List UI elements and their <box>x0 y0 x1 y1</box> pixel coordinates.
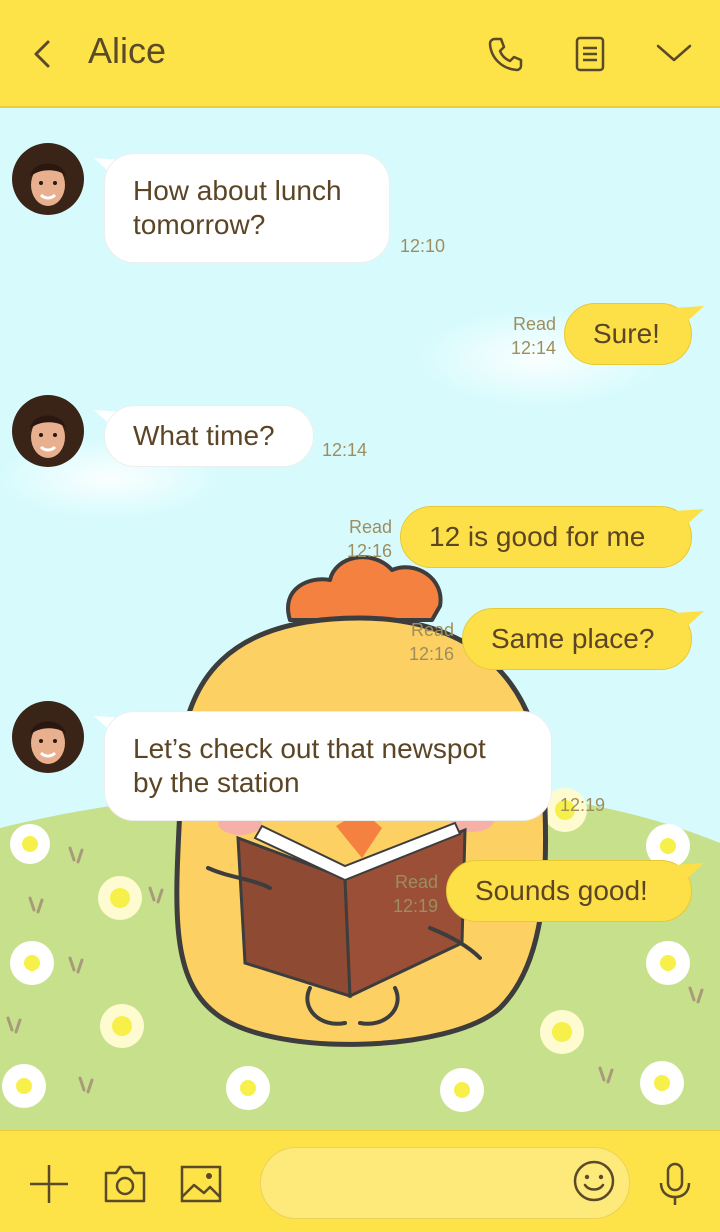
message-text: 12 is good for me <box>429 521 646 552</box>
message-time: 12:19 <box>392 896 438 916</box>
bubble-tail <box>674 611 704 633</box>
contact-avatar[interactable] <box>12 143 84 215</box>
message-bubble-outgoing[interactable]: Sounds good! <box>446 860 692 922</box>
message-text: Sure! <box>593 318 660 349</box>
contact-name: Alice <box>88 30 167 71</box>
read-receipt: Read 12:14 <box>496 312 556 360</box>
read-status: Read <box>348 517 392 537</box>
message-bubble-incoming[interactable]: How about lunch tomorrow? <box>104 153 390 263</box>
read-receipt: Read 12:16 <box>394 618 454 666</box>
message-time: 12:10 <box>400 236 446 256</box>
notes-icon[interactable] <box>570 34 610 74</box>
message-text: Same place? <box>491 623 655 654</box>
emoji-icon[interactable] <box>572 1159 616 1203</box>
message-bubble-incoming[interactable]: What time? <box>104 405 314 467</box>
camera-icon[interactable] <box>102 1161 148 1207</box>
message-text: Let’s check out that newspot by the stat… <box>133 733 486 798</box>
message-time: 12:14 <box>510 338 556 358</box>
message-bubble-outgoing[interactable]: Same place? <box>462 608 692 670</box>
plus-icon[interactable] <box>26 1161 72 1207</box>
message-text: Sounds good! <box>475 875 648 906</box>
chat-background: How about lunch tomorrow? 12:10 Read 12:… <box>0 108 720 1130</box>
message-bubble-outgoing[interactable]: Sure! <box>564 303 692 365</box>
read-receipt: Read 12:16 <box>332 515 392 563</box>
read-receipt: Read 12:19 <box>378 870 438 918</box>
message-text: What time? <box>133 420 275 451</box>
read-status: Read <box>394 872 438 892</box>
message-bubble-incoming[interactable]: Let’s check out that newspot by the stat… <box>104 711 552 821</box>
back-icon[interactable] <box>26 34 60 74</box>
chat-header: Alice <box>0 0 720 108</box>
microphone-icon[interactable] <box>652 1161 698 1207</box>
read-status: Read <box>512 314 556 334</box>
message-time: 12:16 <box>346 541 392 561</box>
bubble-tail <box>674 863 704 885</box>
message-text: How about lunch tomorrow? <box>133 175 342 240</box>
message-time: 12:14 <box>322 440 368 460</box>
bubble-tail <box>674 306 704 328</box>
read-status: Read <box>410 620 454 640</box>
message-time: 12:16 <box>408 644 454 664</box>
image-icon[interactable] <box>178 1161 224 1207</box>
phone-icon[interactable] <box>486 34 526 74</box>
message-bubble-outgoing[interactable]: 12 is good for me <box>400 506 692 568</box>
chat-input-bar <box>0 1130 720 1232</box>
chevron-down-icon[interactable] <box>654 34 694 74</box>
bubble-tail <box>674 509 704 531</box>
message-time: 12:19 <box>560 795 606 815</box>
contact-avatar[interactable] <box>12 701 84 773</box>
contact-avatar[interactable] <box>12 395 84 467</box>
